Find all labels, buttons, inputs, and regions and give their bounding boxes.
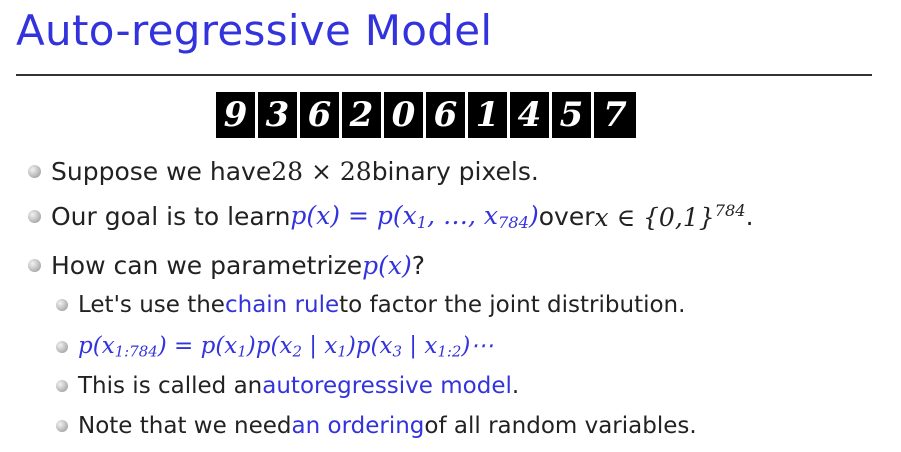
bullet-text: of all random variables. — [424, 413, 697, 439]
bullet-goal: Our goal is to learn p(x) = p(x1, …, x78… — [28, 201, 754, 232]
mnist-digit: 4 — [510, 92, 552, 138]
mnist-digit: 5 — [552, 92, 594, 138]
mnist-digit: 2 — [342, 92, 384, 138]
math-superscript: 784 — [714, 201, 746, 221]
bullet-text: How can we parametrize — [51, 251, 363, 280]
bullet-text: . — [511, 373, 520, 399]
bullet-text: Let's use the — [78, 292, 225, 318]
bullet-text: This is called an — [78, 373, 263, 399]
mnist-digit: 7 — [594, 92, 636, 138]
bullet-icon — [56, 299, 68, 311]
mnist-digit: 3 — [258, 92, 300, 138]
math-expression: x ∈ {0,1}784 — [595, 201, 746, 232]
mnist-digit: 0 — [384, 92, 426, 138]
bullet-text: ? — [411, 251, 426, 280]
bullet-text: to factor the joint distribution. — [339, 292, 686, 318]
subbullet-chain-rule: Let's use the chain rule to factor the j… — [56, 292, 685, 318]
bullet-icon — [28, 259, 41, 272]
highlighted-term: chain rule — [224, 292, 340, 318]
slide-title: Auto-regressive Model — [16, 6, 493, 55]
highlighted-term: an ordering — [291, 413, 425, 439]
factorization-equation: p(x1:784) = p(x1)p(x2 | x1)p(x3 | x1:2)⋯ — [78, 333, 494, 361]
bullet-text: . — [745, 202, 754, 232]
bullet-text: over — [538, 202, 595, 232]
bullet-icon — [56, 380, 68, 392]
mnist-digit: 6 — [300, 92, 342, 138]
math-subscript: 1 — [416, 213, 428, 233]
math-expression: 28 × 28 — [271, 157, 372, 186]
bullet-icon — [56, 340, 68, 353]
math-part: ) — [529, 201, 539, 230]
math-expression: p(x) — [362, 251, 412, 280]
math-part: x — [594, 202, 609, 232]
bullet-binary-pixels: Suppose we have 28 × 28 binary pixels. — [28, 157, 539, 186]
bullet-text: binary pixels. — [371, 157, 539, 186]
mnist-digit-strip: 9 3 6 2 0 6 1 4 5 7 — [216, 92, 636, 138]
math-part: p(x) = p(x — [290, 201, 417, 230]
highlighted-term: autoregressive model — [262, 373, 512, 399]
math-expression: p(x) = p(x1, …, x784) — [290, 201, 538, 232]
math-part: ∈ {0,1} — [608, 202, 715, 232]
math-subscript: 784 — [497, 213, 529, 233]
mnist-digit: 1 — [468, 92, 510, 138]
bullet-parametrize: How can we parametrize p(x) ? — [28, 251, 425, 280]
bullet-text: Note that we need — [78, 413, 292, 439]
subbullet-autoregressive: This is called an autoregressive model . — [56, 373, 519, 399]
title-divider — [16, 74, 872, 76]
bullet-text: Suppose we have — [51, 157, 272, 186]
subbullet-factorization: p(x1:784) = p(x1)p(x2 | x1)p(x3 | x1:2)⋯ — [56, 333, 493, 361]
bullet-icon — [56, 420, 68, 432]
bullet-text: Our goal is to learn — [51, 202, 291, 232]
bullet-icon — [28, 165, 41, 178]
math-part: , …, x — [427, 201, 498, 230]
bullet-icon — [28, 210, 41, 224]
mnist-digit: 9 — [216, 92, 258, 138]
mnist-digit: 6 — [426, 92, 468, 138]
subbullet-ordering: Note that we need an ordering of all ran… — [56, 413, 697, 439]
